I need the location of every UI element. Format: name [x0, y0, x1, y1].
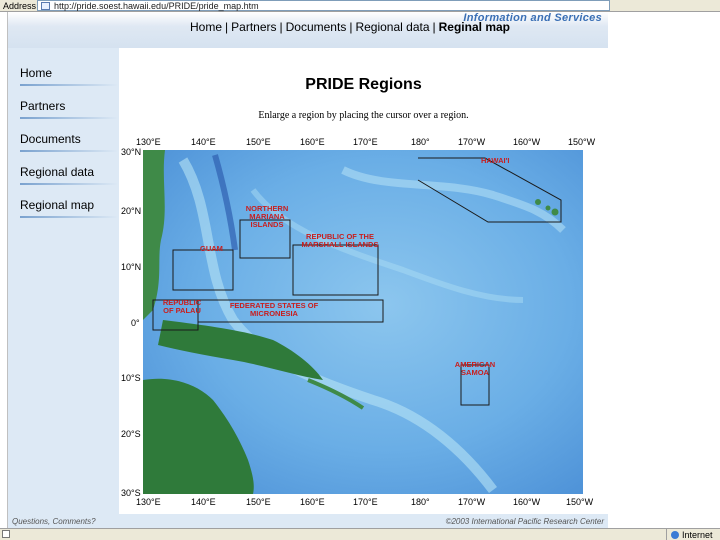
topnav-partners[interactable]: Partners — [231, 20, 276, 34]
lon-label-top: 160°W — [513, 137, 541, 147]
page-title: PRIDE Regions — [305, 76, 422, 93]
lon-label-bottom: 160°W — [513, 497, 541, 507]
lat-label: 20°S — [121, 429, 141, 439]
lat-label: 10°N — [121, 262, 142, 272]
sidebar-item-home[interactable]: Home — [20, 66, 118, 86]
lon-label-top: 170°E — [353, 137, 378, 147]
zone-label: Internet — [682, 529, 713, 540]
lon-label-top: 160°E — [300, 137, 325, 147]
lat-label: 10°S — [121, 373, 141, 383]
pacific-region-map[interactable] — [143, 150, 583, 494]
lat-label: 30°N — [121, 147, 142, 157]
lon-label-bottom: 180° — [411, 497, 430, 507]
top-nav: Home | Partners | Documents | Regional data | Re… — [190, 20, 510, 34]
address-label: Address — [3, 0, 37, 11]
sidebar-item-label: Documents — [20, 132, 81, 146]
region-label-hawaii[interactable]: HAWAI'I — [481, 157, 509, 165]
topnav-separator: | — [432, 20, 436, 34]
lat-label: 20°N — [121, 206, 142, 216]
sidebar-item-regional-map[interactable]: Regional map — [20, 198, 118, 218]
lat-label: 0° — [131, 318, 140, 328]
lon-label-top: 150°W — [568, 137, 596, 147]
lon-label-top: 140°E — [191, 137, 216, 147]
lon-label-bottom: 150°E — [246, 497, 271, 507]
lon-label-top: 180° — [411, 137, 430, 147]
address-input[interactable]: http://pride.soest.hawaii.edu/PRIDE/prid… — [37, 0, 610, 11]
topnav-documents[interactable]: Documents — [286, 20, 347, 34]
lon-label-bottom: 150°W — [566, 497, 594, 507]
topnav-regional-map[interactable]: Reginal map — [439, 20, 510, 34]
sidebar-divider — [20, 84, 118, 86]
sidebar-item-label: Regional data — [20, 165, 95, 179]
topnav-separator: | — [225, 20, 229, 34]
status-bar: Internet — [0, 528, 720, 540]
lon-label-bottom: 130°E — [136, 497, 161, 507]
sidebar-divider — [20, 183, 118, 185]
region-label-american-samoa[interactable]: AMERICAN SAMOA — [452, 361, 498, 377]
lon-label-top: 130°E — [136, 137, 161, 147]
footer-questions-link[interactable]: Questions, Comments? — [12, 517, 96, 526]
address-url: http://pride.soest.hawaii.edu/PRIDE/prid… — [54, 0, 259, 11]
topnav-separator: | — [279, 20, 283, 34]
lon-label-bottom: 170°W — [458, 497, 486, 507]
region-label-guam[interactable]: GUAM — [200, 245, 223, 253]
address-bar: Address http://pride.soest.hawaii.edu/PR… — [0, 0, 720, 12]
security-zone: Internet — [666, 529, 720, 540]
sidebar-divider — [20, 150, 118, 152]
globe-icon — [671, 530, 679, 539]
sidebar-item-regional-data[interactable]: Regional data — [20, 165, 118, 185]
page-footer: Questions, Comments? ©2003 International… — [8, 514, 608, 528]
sidebar-item-label: Regional map — [20, 198, 95, 212]
lon-label-bottom: 140°E — [191, 497, 216, 507]
footer-copyright: ©2003 International Pacific Research Cen… — [445, 517, 604, 526]
sidebar-item-label: Home — [20, 66, 53, 80]
document-icon — [2, 530, 10, 538]
region-label-northern-mariana[interactable]: NORTHERN MARIANA ISLANDS — [238, 205, 296, 229]
sidebar-item-partners[interactable]: Partners — [20, 99, 118, 119]
map-graphic — [143, 150, 583, 494]
map-instructions: Enlarge a region by placing the cursor o… — [258, 110, 469, 121]
region-label-marshall-islands[interactable]: REPUBLIC OF THE MARSHALL ISLANDS — [296, 233, 384, 249]
lon-label-bottom: 160°E — [300, 497, 325, 507]
topnav-regional-data[interactable]: Regional data — [355, 20, 429, 34]
left-frame-edge — [0, 12, 8, 528]
sidebar-item-documents[interactable]: Documents — [20, 132, 118, 152]
lon-label-top: 170°W — [458, 137, 486, 147]
lon-label-bottom: 170°E — [353, 497, 378, 507]
topnav-home[interactable]: Home — [190, 20, 222, 34]
region-label-micronesia[interactable]: FEDERATED STATES OF MICRONESIA — [222, 302, 326, 318]
region-label-palau[interactable]: REPUBLIC OF PALAU — [160, 299, 204, 315]
sidebar-divider — [20, 216, 118, 218]
sidebar-item-label: Partners — [20, 99, 66, 113]
sidebar: Home Partners Documents Regional data Re… — [8, 48, 119, 514]
sidebar-divider — [20, 117, 118, 119]
page-icon — [41, 1, 50, 10]
lon-label-top: 150°E — [246, 137, 271, 147]
